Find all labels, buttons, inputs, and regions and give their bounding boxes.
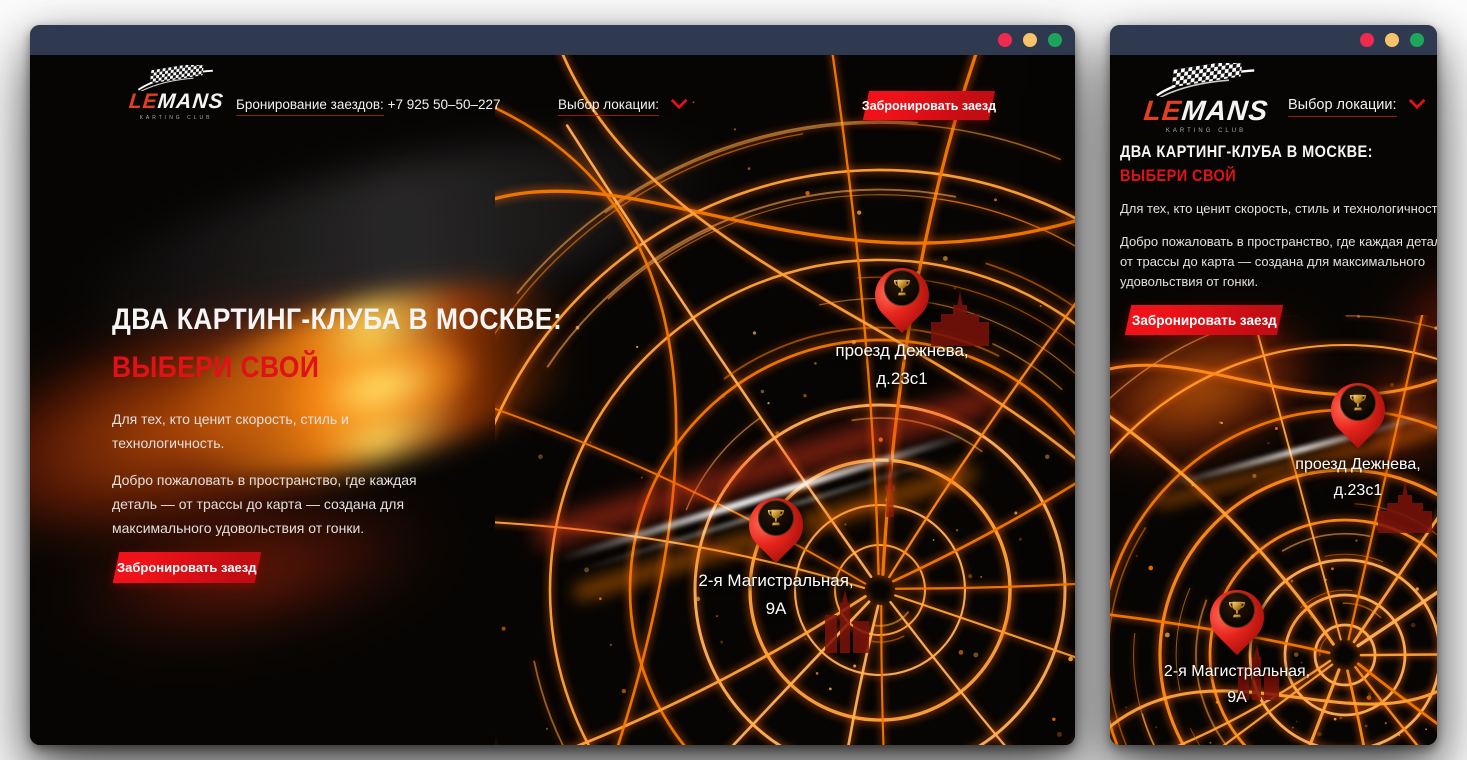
- location-label: Выбор локации:: [558, 97, 659, 116]
- location-label: проезд Дежнева,д.23с1: [1295, 452, 1420, 505]
- browser-titlebar: [1110, 25, 1437, 55]
- location-selector[interactable]: Выбор локации:: [558, 97, 683, 112]
- logo-wordmark: LEMANS: [1142, 97, 1269, 125]
- booking-phone-link[interactable]: Бронирование заездов: +7 925 50–50–227: [236, 97, 501, 112]
- map-pin-magistralnaya[interactable]: 2-я Магистральная,9А: [676, 485, 876, 623]
- hero-paragraph-2: Добро пожаловать в пространство, где каж…: [112, 468, 430, 540]
- page-desktop: LEMANS KARTING CLUB Бронирование заездов…: [30, 55, 1075, 745]
- map-pin-icon: [862, 255, 942, 335]
- location-label: 2-я Магистральная,9А: [1164, 659, 1310, 712]
- logo-wordmark: LEMANS: [128, 91, 225, 112]
- chevron-down-icon: [670, 92, 687, 109]
- close-button[interactable]: [998, 33, 1012, 47]
- booking-label: Бронирование заездов:: [236, 97, 384, 116]
- minimize-button[interactable]: [1385, 33, 1399, 47]
- book-race-button-hero[interactable]: Забронировать заезд: [1125, 305, 1283, 335]
- maximize-button[interactable]: [1048, 33, 1062, 47]
- hero-title-line2: ВЫБЕРИ СВОЙ: [112, 351, 411, 385]
- minimize-button[interactable]: [1023, 33, 1037, 47]
- moscow-map-art: [495, 55, 1075, 745]
- logo[interactable]: LEMANS KARTING CLUB: [1144, 63, 1268, 134]
- book-race-button-hero[interactable]: Забронировать заезд: [113, 552, 262, 583]
- hero-paragraph-1: Для тех, кто ценит скорость, стиль и тех…: [112, 407, 430, 455]
- location-selector[interactable]: Выбор локации:: [1288, 97, 1421, 113]
- hero-paragraph-2: Добро пожаловать в пространство, где каж…: [1120, 232, 1437, 292]
- location-label: 2-я Магистральная,9А: [698, 567, 853, 623]
- logo-tagline: KARTING CLUB: [1166, 128, 1246, 134]
- chevron-down-icon: [1408, 92, 1425, 109]
- logo[interactable]: LEMANS KARTING CLUB: [130, 65, 222, 121]
- location-label: проезд Дежнева,д.23с1: [835, 337, 968, 393]
- hero-title-line2: ВЫБЕРИ СВОЙ: [1120, 167, 1424, 186]
- hero-section: ДВА КАРТИНГ-КЛУБА В МОСКВЕ: ВЫБЕРИ СВОЙ …: [1120, 143, 1437, 335]
- hero-title-line1: ДВА КАРТИНГ-КЛУБА В МОСКВЕ:: [112, 303, 411, 337]
- checkered-flag-icon: [132, 65, 220, 91]
- browser-window-desktop: LEMANS KARTING CLUB Бронирование заездов…: [30, 25, 1075, 745]
- map-pin-icon: [1197, 577, 1277, 657]
- checkered-flag-icon: [1147, 63, 1265, 97]
- map-pin-dezhneva[interactable]: проезд Дежнева,д.23с1: [802, 255, 1002, 393]
- trophy-icon: [891, 277, 913, 299]
- page-mobile: LEMANS KARTING CLUB Выбор локации: ДВА К…: [1110, 55, 1437, 745]
- trophy-icon: [765, 507, 787, 529]
- window-controls: [1360, 33, 1424, 47]
- close-button[interactable]: [1360, 33, 1374, 47]
- hero-section: ДВА КАРТИНГ-КЛУБА В МОСКВЕ: ВЫБЕРИ СВОЙ …: [112, 303, 452, 583]
- logo-tagline: KARTING CLUB: [140, 115, 213, 121]
- book-race-button-header[interactable]: Забронировать заезд: [863, 91, 995, 120]
- map-pin-magistralnaya[interactable]: 2-я Магистральная,9А: [1137, 577, 1337, 712]
- trophy-icon: [1347, 392, 1369, 414]
- phone-number[interactable]: +7 925 50–50–227: [388, 97, 501, 112]
- location-label: Выбор локации:: [1288, 97, 1397, 117]
- hero-paragraph-1: Для тех, кто ценит скорость, стиль и тех…: [1120, 199, 1437, 219]
- browser-window-mobile: LEMANS KARTING CLUB Выбор локации: ДВА К…: [1110, 25, 1437, 745]
- map-pin-icon: [1318, 370, 1398, 450]
- window-controls: [998, 33, 1062, 47]
- maximize-button[interactable]: [1410, 33, 1424, 47]
- trophy-icon: [1226, 599, 1248, 621]
- map-pin-icon: [736, 485, 816, 565]
- browser-titlebar: [30, 25, 1075, 55]
- map-pin-dezhneva[interactable]: проезд Дежнева,д.23с1: [1258, 370, 1437, 505]
- hero-title-line1: ДВА КАРТИНГ-КЛУБА В МОСКВЕ:: [1120, 143, 1424, 162]
